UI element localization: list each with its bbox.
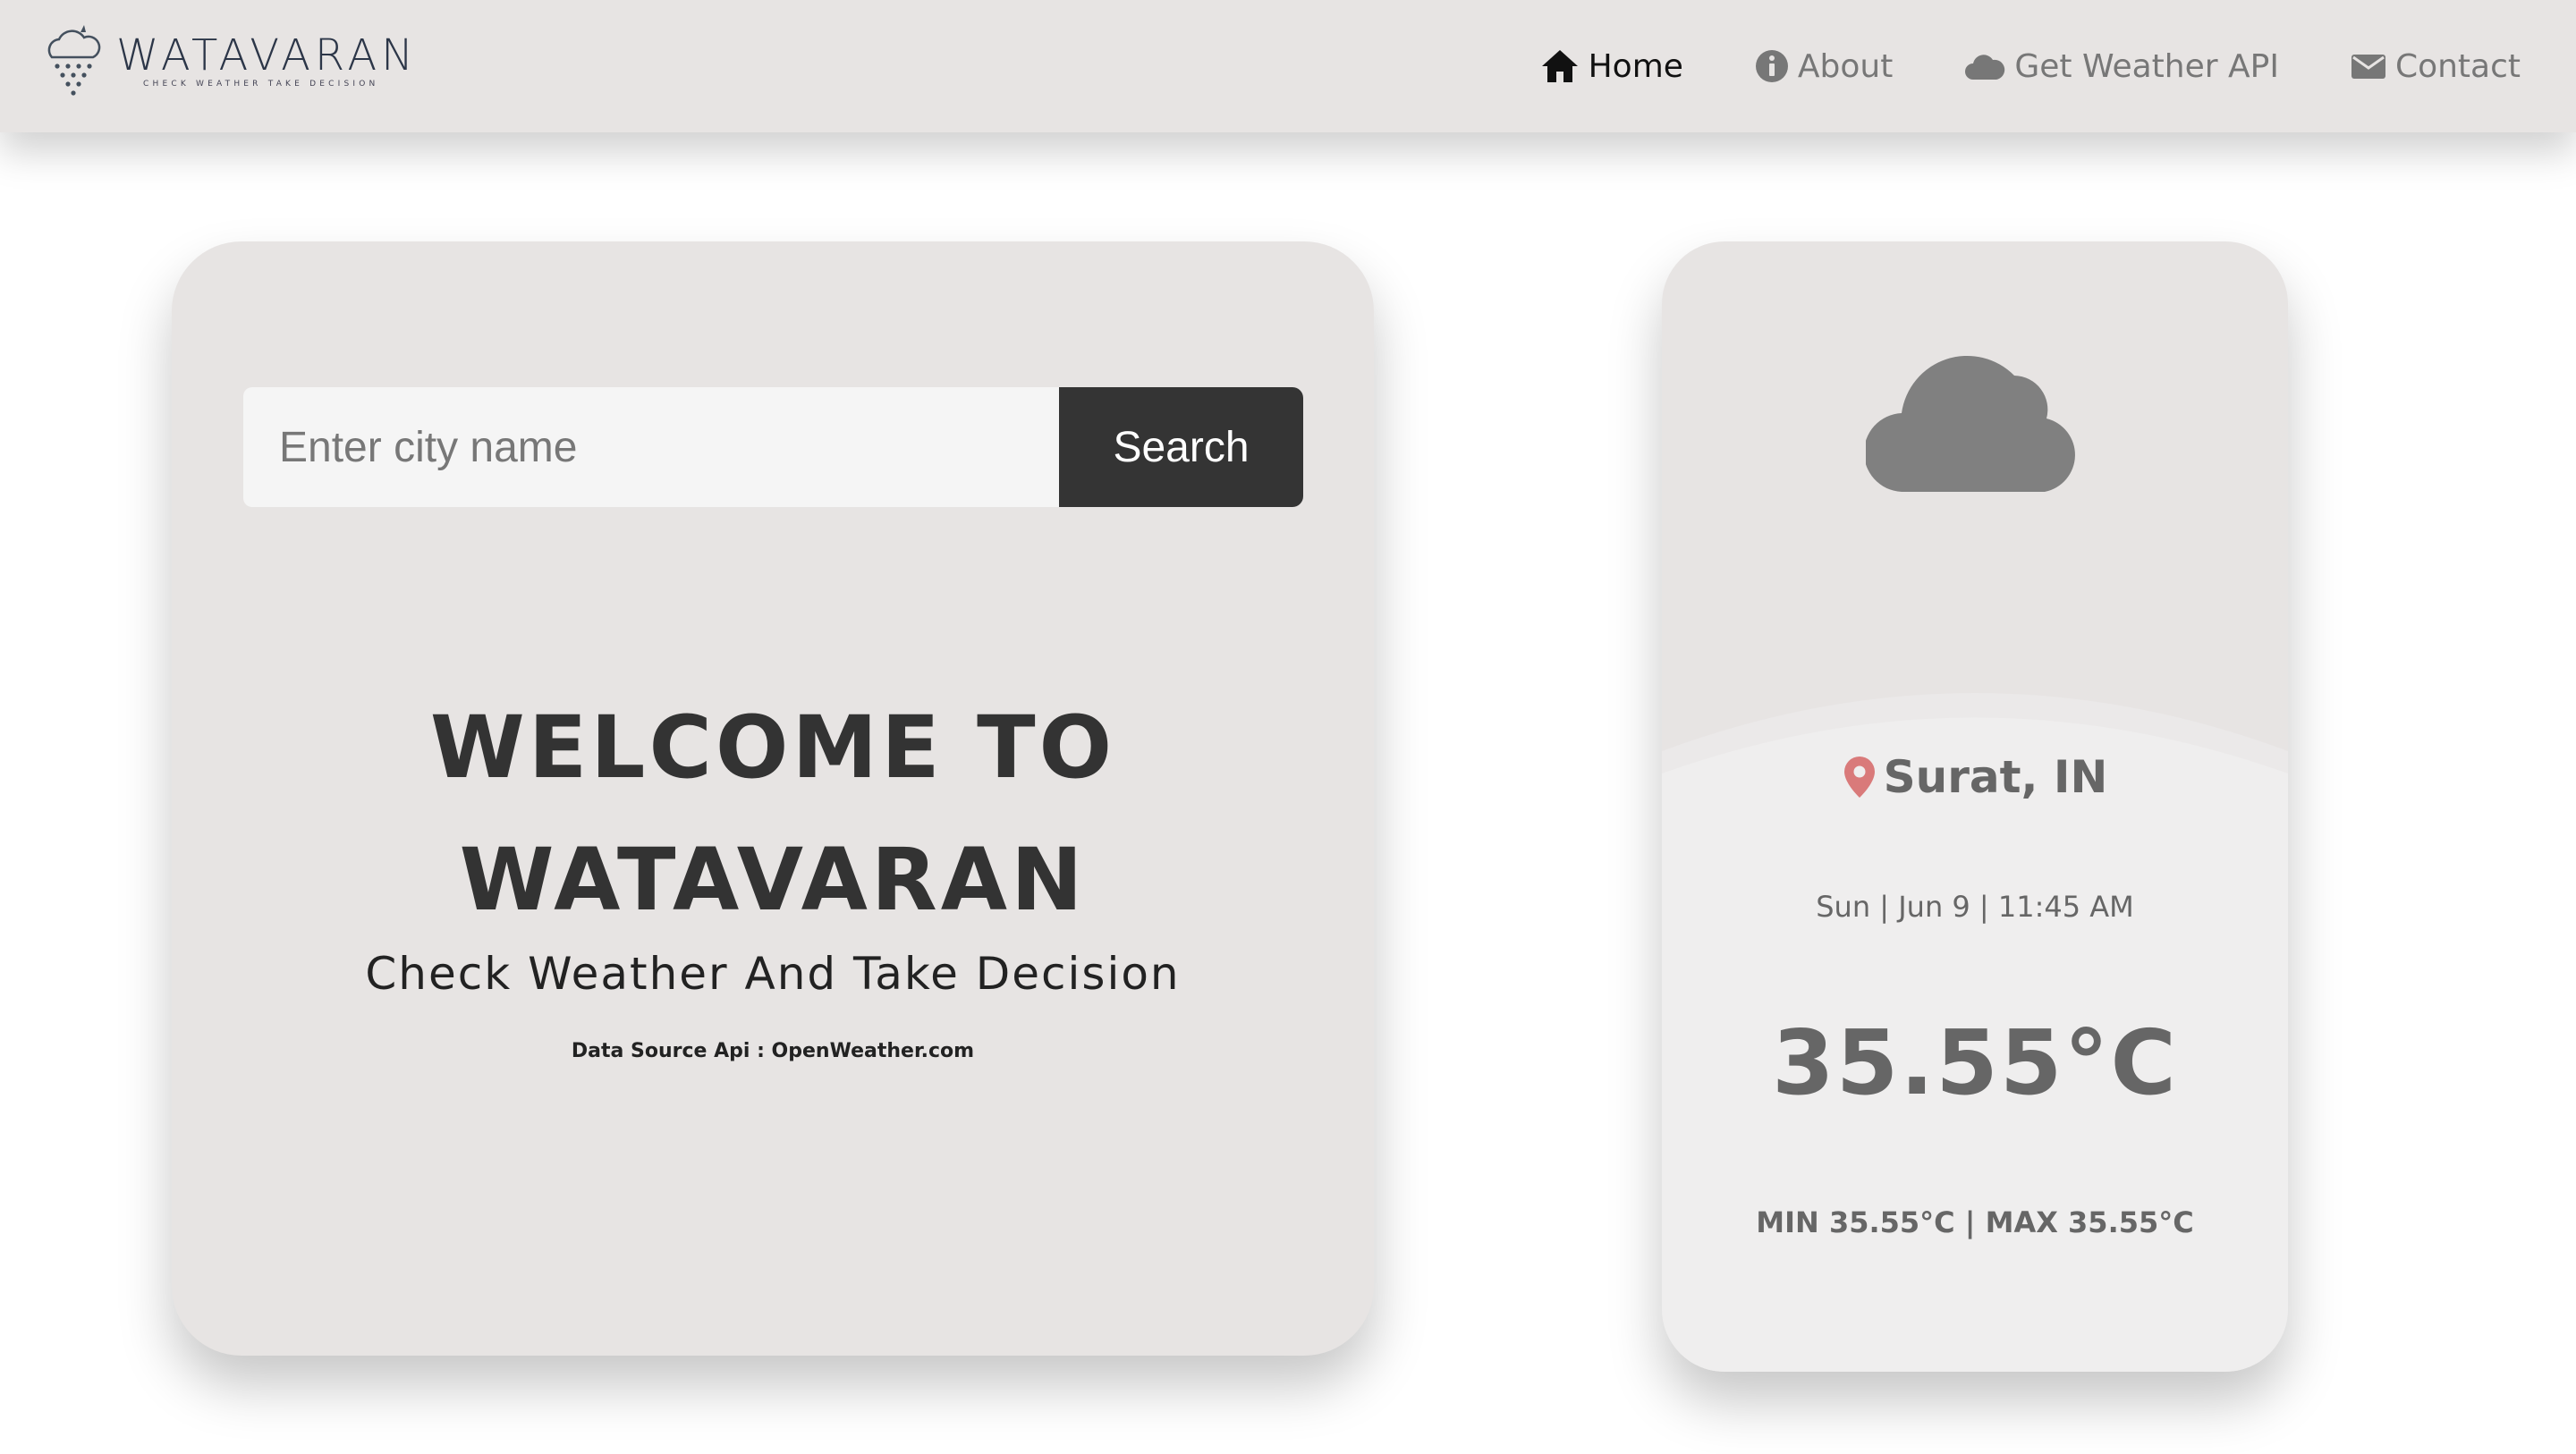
nav-contact[interactable]: Contact xyxy=(2351,48,2521,85)
brand[interactable]: WATAVARAN CHECK WEATHER TAKE DECISION xyxy=(38,21,418,98)
map-pin-icon xyxy=(1843,757,1875,798)
nav-home[interactable]: Home xyxy=(1540,48,1683,85)
nav-get-weather-api[interactable]: Get Weather API xyxy=(1964,48,2279,85)
welcome-line-1: WELCOME TO xyxy=(429,697,1116,798)
brand-name: WATAVARAN xyxy=(116,30,419,80)
nav-contact-label: Contact xyxy=(2394,47,2521,85)
cloud-icon xyxy=(1866,355,2075,492)
info-icon xyxy=(1755,50,1788,82)
nav-about[interactable]: About xyxy=(1755,48,1893,85)
min-max-temperature: MIN 35.55°C | MAX 35.55°C xyxy=(1756,1205,2194,1239)
envelope-icon xyxy=(2351,55,2385,79)
search-form: Search xyxy=(243,387,1303,507)
nav-links: Home About Get Weather API Contact xyxy=(1469,41,2521,91)
weather-card: Surat, IN Sun | Jun 9 | 11:45 AM 35.55°C… xyxy=(1662,241,2288,1372)
brand-tagline: CHECK WEATHER TAKE DECISION xyxy=(143,79,379,89)
weather-location: Surat, IN xyxy=(1662,751,2288,803)
cloud-icon xyxy=(1965,55,2005,80)
nav-get-weather-api-label: Get Weather API xyxy=(2014,47,2279,85)
weather-datetime: Sun | Jun 9 | 11:45 AM xyxy=(1816,890,2134,924)
search-button[interactable]: Search xyxy=(1059,387,1303,507)
current-temperature: 35.55°C xyxy=(1772,1010,2178,1115)
data-source-note: Data Source Api : OpenWeather.com xyxy=(571,1040,975,1062)
welcome-line-2: WATAVARAN xyxy=(459,830,1087,930)
location-label: Surat, IN xyxy=(1883,751,2108,803)
nav-about-label: About xyxy=(1797,47,1894,85)
search-card: Search WELCOME TO WATAVARAN Check Weathe… xyxy=(172,241,1374,1356)
navbar: WATAVARAN CHECK WEATHER TAKE DECISION Ho… xyxy=(0,0,2576,132)
logo-icon xyxy=(47,25,101,96)
nav-home-label: Home xyxy=(1588,47,1683,85)
home-icon xyxy=(1541,50,1578,82)
welcome-heading: WELCOME TO WATAVARAN xyxy=(172,681,1374,946)
city-search-input[interactable] xyxy=(243,387,1059,507)
hero-subtitle: Check Weather And Take Decision xyxy=(365,948,1181,1000)
